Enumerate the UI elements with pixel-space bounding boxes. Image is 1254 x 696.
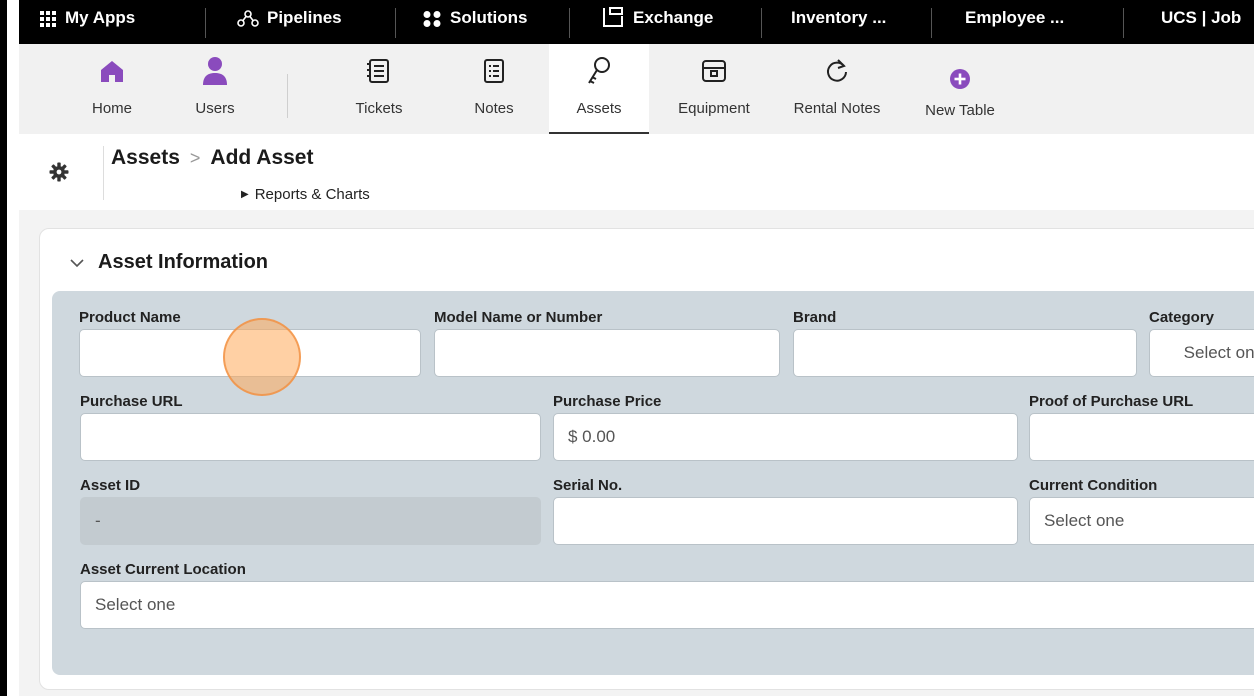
serial-no-label: Serial No. (553, 477, 623, 494)
app-employee[interactable]: Employee ... (965, 0, 1064, 44)
current-condition-select[interactable]: Select one (1029, 497, 1254, 545)
pipelines-icon (237, 10, 259, 27)
app-label: Exchange (633, 8, 714, 27)
toolbar-divider (287, 74, 288, 118)
divider (395, 8, 396, 38)
asset-location-select[interactable]: Select one (80, 581, 1254, 629)
content-area: Asset Information Product Name Model Nam… (19, 210, 1254, 696)
toolbar-notes[interactable]: Notes (459, 44, 529, 134)
brand-input[interactable] (793, 329, 1137, 377)
page-header: Assets > Add Asset ▶ Reports & Charts (19, 134, 1254, 210)
proof-url-input[interactable] (1029, 413, 1254, 461)
app-label: Solutions (450, 8, 528, 27)
plus-circle-icon (950, 69, 970, 89)
breadcrumb: Assets > Add Asset (111, 146, 313, 170)
divider (931, 8, 932, 38)
divider (761, 8, 762, 38)
app-my-apps[interactable]: My Apps (39, 0, 135, 44)
breadcrumb-separator: > (189, 147, 201, 168)
toolbar-label: Assets (576, 100, 622, 117)
purchase-url-label: Purchase URL (80, 393, 183, 410)
page-title: Add Asset (210, 146, 314, 169)
toolbar-home[interactable]: Home (77, 44, 147, 134)
toolbar-label: Rental Notes (793, 100, 881, 117)
section-title: Asset Information (98, 251, 269, 273)
app-label: My Apps (65, 8, 136, 27)
serial-no-input[interactable] (553, 497, 1018, 545)
divider (205, 8, 206, 38)
app-label: Employee ... (965, 8, 1065, 27)
toolbar-tickets[interactable]: Tickets (344, 44, 414, 134)
model-name-input[interactable] (434, 329, 780, 377)
purchase-url-input[interactable] (80, 413, 541, 461)
divider (1123, 8, 1124, 38)
section-header[interactable]: Asset Information (70, 251, 268, 274)
toolbar-label: New Table (925, 102, 995, 119)
app-label: Pipelines (267, 8, 342, 27)
key-icon (588, 57, 610, 84)
toolbar-assets[interactable]: Assets (549, 44, 649, 134)
asset-id-field: - (80, 497, 541, 545)
toolbar-users[interactable]: Users (185, 44, 245, 134)
purchase-price-label: Purchase Price (553, 393, 662, 410)
toolbar-new-table[interactable]: New Table (912, 44, 1008, 134)
exchange-icon (603, 7, 623, 27)
toolbar-rental-notes[interactable]: Rental Notes (781, 44, 893, 134)
equipment-icon (702, 60, 726, 82)
solutions-icon (423, 11, 441, 27)
toolbar-label: Tickets (355, 100, 403, 117)
brand-label: Brand (793, 309, 837, 326)
asset-id-label: Asset ID (80, 477, 141, 494)
reports-charts-toggle[interactable]: ▶ Reports & Charts (241, 186, 370, 203)
category-label: Category (1149, 309, 1215, 326)
app-inventory[interactable]: Inventory ... (791, 0, 886, 44)
toolbar-label: Equipment (678, 100, 750, 117)
gear-icon[interactable] (49, 162, 69, 182)
breadcrumb-assets[interactable]: Assets (111, 146, 180, 170)
asset-location-label: Asset Current Location (80, 561, 246, 578)
app-solutions[interactable]: Solutions (422, 0, 527, 44)
toolbar-label: Notes (474, 100, 514, 117)
header-divider (103, 146, 104, 200)
reports-charts-label: Reports & Charts (254, 186, 370, 203)
app-ucs-job[interactable]: UCS | Job (1161, 0, 1241, 44)
left-window-edge (0, 0, 7, 696)
purchase-price-input[interactable]: $ 0.00 (553, 413, 1018, 461)
app-label: UCS | Job (1161, 8, 1242, 27)
notes-icon (484, 59, 504, 83)
product-name-label: Product Name (79, 309, 181, 326)
proof-url-label: Proof of Purchase URL (1029, 393, 1194, 410)
tickets-icon (367, 59, 389, 83)
app-exchange[interactable]: Exchange (601, 0, 713, 44)
app-window: My Apps Pipelines Solutions Exchange Inv… (7, 0, 1254, 696)
app-label: Inventory ... (791, 8, 887, 27)
asset-form-card: Asset Information Product Name Model Nam… (39, 228, 1254, 690)
click-highlight (223, 318, 301, 396)
grid-icon (40, 11, 56, 27)
divider (569, 8, 570, 38)
home-icon (101, 61, 123, 82)
user-icon (203, 57, 227, 85)
model-name-label: Model Name or Number (434, 309, 603, 326)
chevron-down-icon (70, 258, 84, 267)
toolbar-label: Users (195, 100, 235, 117)
app-pipelines[interactable]: Pipelines (237, 0, 342, 44)
toolbar-label: Home (91, 100, 132, 117)
caret-right-icon: ▶ (241, 189, 249, 200)
category-select[interactable]: Select one (1149, 329, 1254, 377)
current-condition-label: Current Condition (1029, 477, 1158, 494)
table-toolbar: Home Users Tickets Notes Assets Equipmen… (19, 44, 1254, 134)
toolbar-equipment[interactable]: Equipment (669, 44, 759, 134)
top-app-bar: My Apps Pipelines Solutions Exchange Inv… (19, 0, 1254, 44)
refresh-icon (827, 59, 847, 82)
